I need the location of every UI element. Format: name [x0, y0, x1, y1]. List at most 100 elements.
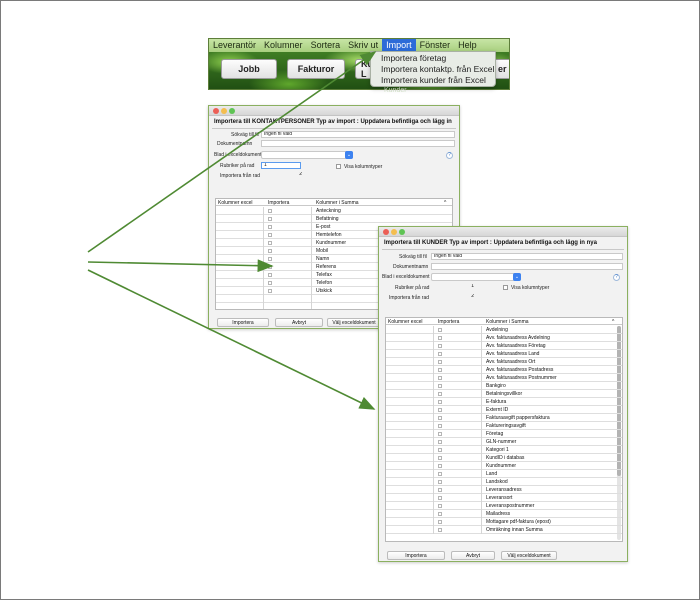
- import-checkbox[interactable]: [438, 440, 442, 444]
- import-checkbox[interactable]: [438, 416, 442, 420]
- import-checkbox[interactable]: [438, 528, 442, 532]
- import-checkbox[interactable]: [268, 233, 272, 237]
- import-checkbox[interactable]: [438, 432, 442, 436]
- excel-column-cell[interactable]: [216, 263, 264, 271]
- import-checkbox[interactable]: [268, 241, 272, 245]
- import-checkbox[interactable]: [268, 273, 272, 277]
- table-row[interactable]: Avv. fakturaadress Avdelning: [386, 334, 622, 342]
- import-checkbox[interactable]: [438, 448, 442, 452]
- path-field[interactable]: Ingen fil vald: [431, 253, 623, 260]
- excel-column-cell[interactable]: [386, 446, 434, 454]
- import-checkbox[interactable]: [438, 424, 442, 428]
- import-checkbox[interactable]: [438, 328, 442, 332]
- excel-column-cell[interactable]: [216, 207, 264, 215]
- table-row[interactable]: Avv. fakturaadress Postnummer: [386, 374, 622, 382]
- excel-column-cell[interactable]: [216, 223, 264, 231]
- toolbar-button-fakturor[interactable]: Fakturor: [287, 59, 345, 79]
- excel-column-cell[interactable]: [386, 486, 434, 494]
- excel-column-cell[interactable]: [386, 518, 434, 526]
- menu-leverantor[interactable]: Leverantör: [209, 39, 260, 52]
- import-button[interactable]: Importera: [387, 551, 445, 560]
- choose-excel-button[interactable]: Välj exceldokument: [501, 551, 557, 560]
- import-checkbox[interactable]: [438, 368, 442, 372]
- excel-column-cell[interactable]: [386, 326, 434, 334]
- menu-item-import-companies[interactable]: Importera företag: [381, 53, 485, 64]
- import-checkbox[interactable]: [438, 456, 442, 460]
- import-checkbox[interactable]: [268, 249, 272, 253]
- table-row[interactable]: Betalningsvillkor: [386, 390, 622, 398]
- excel-column-cell[interactable]: [386, 366, 434, 374]
- excel-column-cell[interactable]: [386, 526, 434, 534]
- import-checkbox[interactable]: [438, 384, 442, 388]
- excel-column-cell[interactable]: [386, 462, 434, 470]
- header-rows-field[interactable]: 1: [431, 284, 477, 291]
- table-row[interactable]: Landskod: [386, 478, 622, 486]
- sort-up-icon[interactable]: ^: [612, 319, 614, 325]
- header-rows-field[interactable]: 1: [261, 162, 301, 169]
- close-dot-icon[interactable]: [383, 229, 389, 235]
- table-row[interactable]: Mottagare pdf-faktura (epost): [386, 518, 622, 526]
- excel-column-cell[interactable]: [216, 215, 264, 223]
- import-checkbox[interactable]: [438, 408, 442, 412]
- table-row[interactable]: Avv. fakturaadress Företag: [386, 342, 622, 350]
- show-types-checkbox[interactable]: [503, 285, 508, 290]
- excel-column-cell[interactable]: [386, 374, 434, 382]
- import-from-field[interactable]: 2: [431, 294, 477, 301]
- excel-column-cell[interactable]: [386, 494, 434, 502]
- import-checkbox[interactable]: [438, 472, 442, 476]
- table-row[interactable]: Kategori 1: [386, 446, 622, 454]
- docname-field[interactable]: [431, 263, 623, 270]
- excel-column-cell[interactable]: [386, 438, 434, 446]
- table-row[interactable]: Faktureringsavgift: [386, 422, 622, 430]
- excel-column-cell[interactable]: [386, 406, 434, 414]
- import-checkbox[interactable]: [438, 496, 442, 500]
- import-checkbox[interactable]: [268, 209, 272, 213]
- choose-excel-button[interactable]: Välj exceldokument: [327, 318, 381, 327]
- table-row[interactable]: Kundnummer: [386, 462, 622, 470]
- import-checkbox[interactable]: [438, 400, 442, 404]
- menu-sortera[interactable]: Sortera: [307, 39, 345, 52]
- path-field[interactable]: Ingen fil vald: [261, 131, 455, 138]
- table-row[interactable]: Anteckning: [216, 207, 452, 215]
- import-button[interactable]: Importera: [217, 318, 269, 327]
- help-icon[interactable]: ?: [613, 274, 620, 281]
- table-row[interactable]: KundID i databas: [386, 454, 622, 462]
- import-checkbox[interactable]: [438, 512, 442, 516]
- import-checkbox[interactable]: [438, 504, 442, 508]
- toolbar-button-jobb[interactable]: Jobb: [221, 59, 277, 79]
- excel-column-cell[interactable]: [386, 358, 434, 366]
- help-icon[interactable]: ?: [446, 152, 453, 159]
- import-from-field[interactable]: 2: [261, 172, 305, 179]
- import-checkbox[interactable]: [438, 336, 442, 340]
- table-row[interactable]: Leveransort: [386, 494, 622, 502]
- excel-column-cell[interactable]: [386, 470, 434, 478]
- excel-column-cell[interactable]: [386, 334, 434, 342]
- show-types-checkbox[interactable]: [336, 164, 341, 169]
- excel-column-cell[interactable]: [386, 502, 434, 510]
- excel-column-cell[interactable]: [386, 422, 434, 430]
- sheet-select[interactable]: ⌄: [261, 151, 353, 159]
- excel-column-cell[interactable]: [386, 510, 434, 518]
- excel-column-cell[interactable]: [216, 303, 264, 309]
- import-checkbox[interactable]: [438, 344, 442, 348]
- import-checkbox[interactable]: [438, 376, 442, 380]
- zoom-dot-icon[interactable]: [399, 229, 405, 235]
- table-row[interactable]: Land: [386, 470, 622, 478]
- excel-column-cell[interactable]: [386, 430, 434, 438]
- table-row[interactable]: Avv. fakturaadress Land: [386, 350, 622, 358]
- import-checkbox[interactable]: [438, 520, 442, 524]
- excel-column-cell[interactable]: [386, 350, 434, 358]
- excel-column-cell[interactable]: [386, 390, 434, 398]
- minimize-dot-icon[interactable]: [391, 229, 397, 235]
- import-checkbox[interactable]: [438, 360, 442, 364]
- table-row[interactable]: Befattning: [216, 215, 452, 223]
- minimize-dot-icon[interactable]: [221, 108, 227, 114]
- excel-column-cell[interactable]: [216, 239, 264, 247]
- table-row[interactable]: Omräkning innan Summa: [386, 526, 622, 534]
- table-row[interactable]: Företag: [386, 430, 622, 438]
- import-checkbox[interactable]: [268, 289, 272, 293]
- close-dot-icon[interactable]: [213, 108, 219, 114]
- table-row[interactable]: E-faktura: [386, 398, 622, 406]
- excel-column-cell[interactable]: [386, 414, 434, 422]
- excel-column-cell[interactable]: [386, 382, 434, 390]
